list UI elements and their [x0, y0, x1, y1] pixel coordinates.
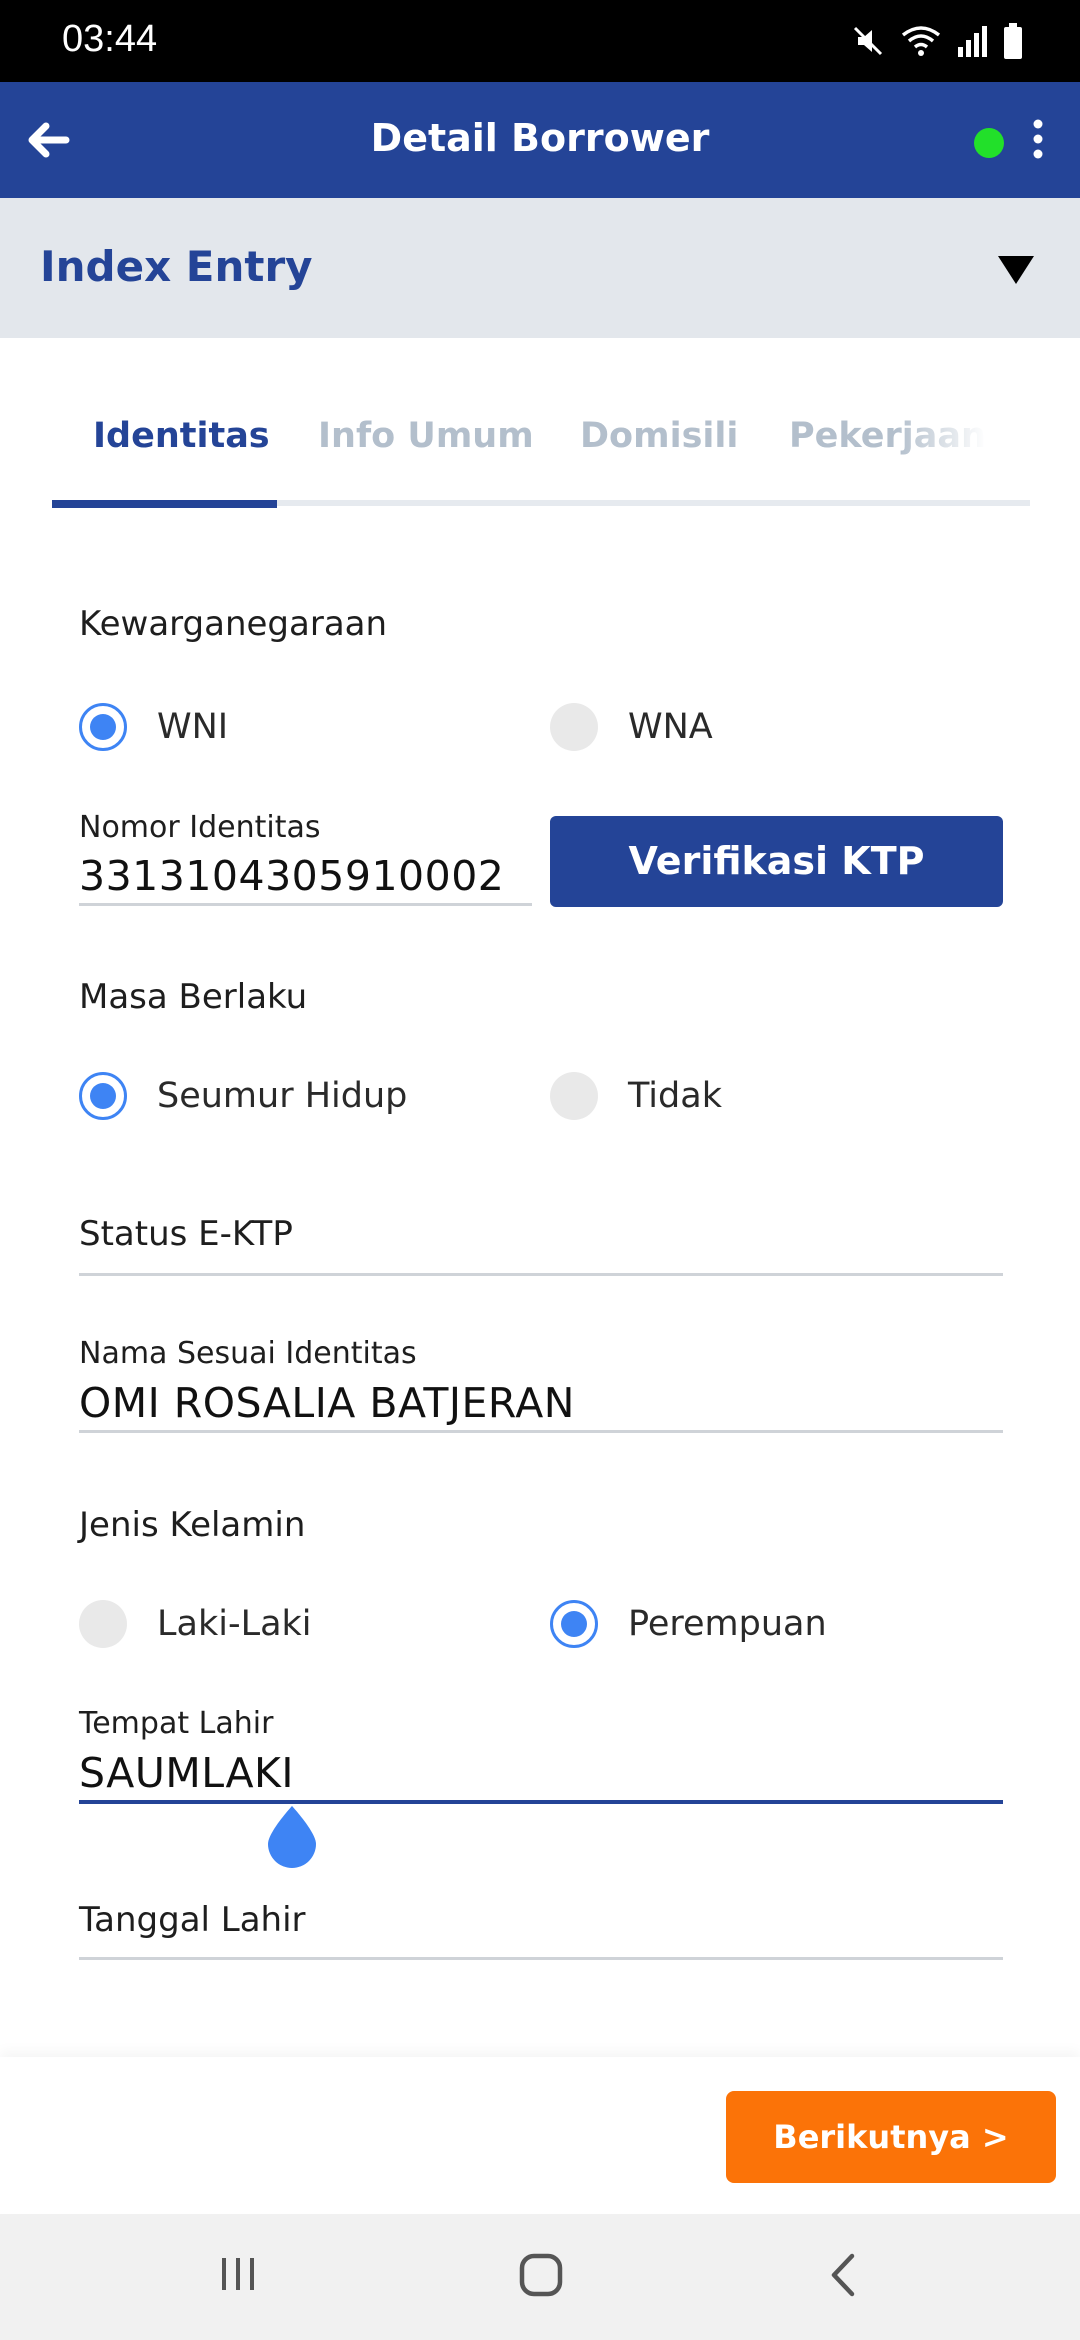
wifi-icon	[900, 23, 942, 59]
label-tempat-lahir: Tempat Lahir	[79, 1706, 274, 1741]
radio-button-selected[interactable]	[79, 1072, 127, 1120]
tab-info-umum[interactable]: Info Umum	[318, 416, 534, 456]
section-title: Index Entry	[40, 242, 313, 291]
mute-icon	[850, 23, 886, 59]
status-icons	[850, 20, 1024, 62]
label-nomor-identitas: Nomor Identitas	[79, 810, 321, 845]
radio-label: Seumur Hidup	[157, 1076, 408, 1116]
text-cursor-handle-icon[interactable]	[264, 1804, 320, 1870]
online-status-dot	[974, 128, 1004, 158]
tab-domisili[interactable]: Domisili	[580, 416, 738, 456]
screen: 03:44 Detail Borrower Index Entry Identi…	[0, 0, 1080, 2340]
radio-tidak[interactable]: Tidak	[550, 1072, 722, 1120]
system-nav-bar	[0, 2214, 1080, 2340]
label-jenis-kelamin: Jenis Kelamin	[79, 1505, 306, 1545]
radio-button-selected[interactable]	[550, 1600, 598, 1648]
tanggal-lahir-field[interactable]: Tanggal Lahir	[79, 1900, 306, 1940]
status-ektp-field[interactable]: Status E-KTP	[79, 1214, 293, 1254]
battery-icon	[1002, 22, 1024, 60]
app-bar: Detail Borrower	[0, 82, 1080, 198]
tab-pekerjaan[interactable]: Pekerjaan	[789, 416, 986, 456]
radio-button-selected[interactable]	[79, 703, 127, 751]
tab-identitas[interactable]: Identitas	[93, 416, 270, 456]
radio-label: Tidak	[628, 1076, 722, 1116]
radio-label: WNI	[157, 707, 229, 747]
radio-label: Perempuan	[628, 1604, 827, 1644]
radio-seumur-hidup[interactable]: Seumur Hidup	[79, 1072, 407, 1120]
label-masa-berlaku: Masa Berlaku	[79, 977, 308, 1017]
page-title: Detail Borrower	[370, 116, 710, 160]
radio-label: Laki-Laki	[157, 1604, 312, 1644]
back-nav-icon[interactable]	[826, 2252, 860, 2302]
label-kewarganegaraan: Kewarganegaraan	[79, 604, 388, 644]
status-bar: 03:44	[0, 0, 1080, 82]
home-icon[interactable]	[518, 2252, 564, 2302]
recent-apps-icon[interactable]	[216, 2252, 260, 2300]
verifikasi-ktp-button[interactable]: Verifikasi KTP	[550, 816, 1003, 907]
section-header-index-entry[interactable]: Index Entry	[0, 198, 1080, 338]
tab-active-indicator	[52, 500, 277, 508]
radio-button[interactable]	[550, 1072, 598, 1120]
berikutnya-button[interactable]: Berikutnya >	[726, 2091, 1056, 2183]
radio-wni[interactable]: WNI	[79, 703, 228, 751]
radio-label: WNA	[628, 707, 713, 747]
tab-bar: Identitas Info Umum Domisili Pekerjaan	[52, 400, 1032, 510]
caret-down-icon[interactable]	[996, 254, 1036, 286]
tempat-lahir-input[interactable]: SAUMLAKI	[79, 1749, 294, 1797]
nama-underline	[79, 1430, 1003, 1433]
nomor-identitas-underline	[79, 903, 532, 906]
radio-perempuan[interactable]: Perempuan	[550, 1600, 827, 1648]
radio-laki-laki[interactable]: Laki-Laki	[79, 1600, 312, 1648]
signal-icon	[956, 23, 988, 59]
tempat-lahir-underline-focused	[79, 1800, 1003, 1804]
bottom-action-bar: Berikutnya >	[0, 2057, 1080, 2214]
status-time: 03:44	[62, 18, 158, 60]
label-nama: Nama Sesuai Identitas	[79, 1336, 417, 1371]
status-ektp-underline	[79, 1273, 1003, 1276]
more-vert-icon[interactable]	[1028, 118, 1048, 162]
radio-wna[interactable]: WNA	[550, 703, 713, 751]
nomor-identitas-input[interactable]: 3313104305910002	[79, 852, 504, 900]
radio-button[interactable]	[550, 703, 598, 751]
nama-input[interactable]: OMI ROSALIA BATJERAN	[79, 1379, 575, 1427]
tanggal-lahir-underline	[79, 1957, 1003, 1960]
radio-button[interactable]	[79, 1600, 127, 1648]
